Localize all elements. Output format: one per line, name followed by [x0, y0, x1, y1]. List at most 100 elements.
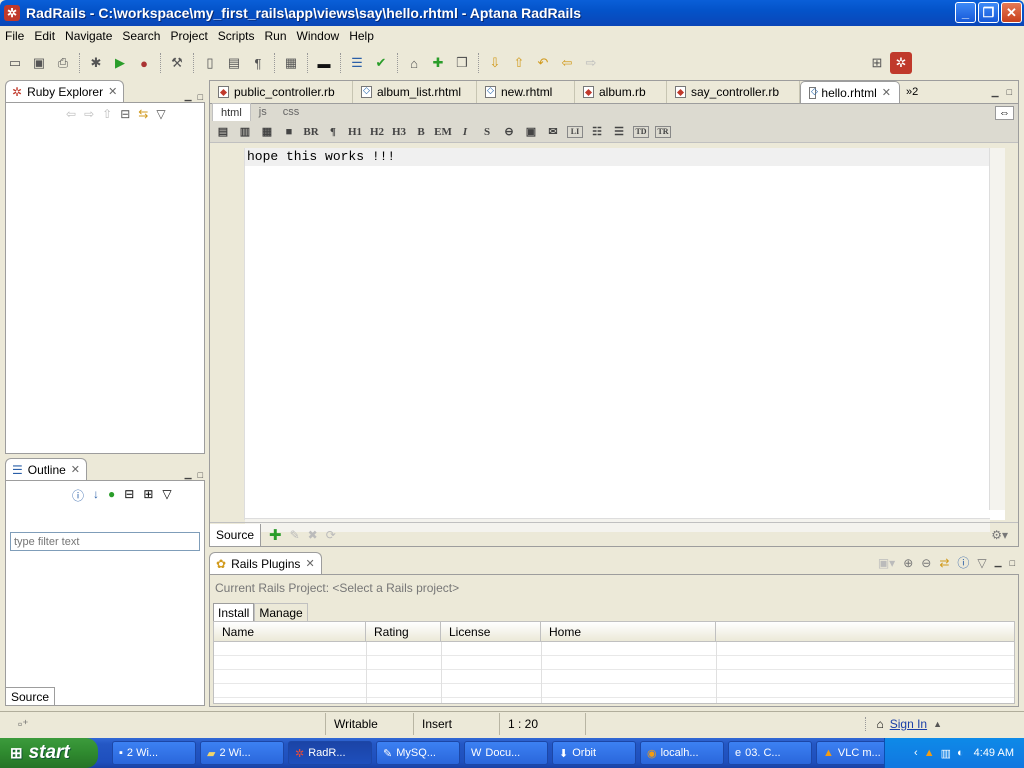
pilcrow-icon[interactable]: ¶: [247, 52, 269, 74]
forward-icon[interactable]: ⇨: [580, 52, 602, 74]
menu-edit[interactable]: Edit: [29, 29, 60, 43]
delete-icon[interactable]: ✖: [308, 528, 318, 542]
column-header-home[interactable]: Home: [541, 622, 716, 641]
tab-html[interactable]: html: [212, 103, 251, 121]
close-icon[interactable]: ✕: [882, 86, 891, 99]
start-button[interactable]: ⊞ start: [0, 738, 98, 768]
import-icon[interactable]: ▣▾: [878, 556, 895, 570]
plugin-icon[interactable]: ✚: [427, 52, 449, 74]
editor-tab-active[interactable]: hello.rhtml✕: [800, 81, 900, 103]
view-menu-icon[interactable]: ▽: [162, 487, 171, 504]
view-menu-icon[interactable]: ▽: [977, 556, 986, 570]
maximize-view-icon[interactable]: □: [198, 470, 203, 480]
maximize-editor-icon[interactable]: □: [1007, 87, 1012, 97]
taskbar-item[interactable]: ◉ localh...: [640, 741, 724, 765]
menu-run[interactable]: Run: [259, 29, 291, 43]
tab-outline[interactable]: ☰ Outline ✕: [5, 458, 88, 480]
paragraph-button[interactable]: ¶: [322, 123, 344, 141]
td-button[interactable]: TD: [633, 125, 649, 138]
help-icon[interactable]: ⓘ: [72, 487, 84, 504]
em-button[interactable]: EM: [432, 123, 454, 141]
editor-tab[interactable]: say_controller.rb: [667, 81, 800, 103]
network-icon[interactable]: ▥: [941, 747, 951, 760]
maximize-button[interactable]: ❐: [978, 2, 999, 23]
check-icon[interactable]: ✔: [370, 52, 392, 74]
menu-search[interactable]: Search: [117, 29, 165, 43]
h2-button[interactable]: H2: [366, 123, 388, 141]
form-icon[interactable]: ▥: [234, 123, 256, 141]
open-perspective-icon[interactable]: ⊞: [866, 52, 888, 74]
image-icon[interactable]: ▦: [256, 123, 278, 141]
taskbar-item[interactable]: e 03. C...: [728, 741, 812, 765]
menu-window[interactable]: Window: [292, 29, 345, 43]
edit-icon[interactable]: ✎: [290, 528, 300, 542]
minimize-editor-icon[interactable]: ▁: [992, 87, 999, 98]
filter-icon[interactable]: ●: [108, 487, 115, 504]
close-icon[interactable]: ✕: [108, 85, 117, 98]
fast-view-icon[interactable]: ▫⁺: [0, 713, 326, 735]
save-icon[interactable]: ▣: [28, 52, 50, 74]
editor-line[interactable]: hope this works !!!: [245, 148, 1005, 166]
editor-tab[interactable]: album_list.rhtml: [353, 81, 477, 103]
tab-rails-plugins[interactable]: ✿ Rails Plugins ✕: [209, 552, 322, 574]
menu-project[interactable]: Project: [165, 29, 212, 43]
taskbar-item[interactable]: ▰ 2 Wi...: [200, 741, 284, 765]
strike-button[interactable]: S: [476, 123, 498, 141]
bold-button[interactable]: B: [410, 123, 432, 141]
window-icon[interactable]: ❒: [451, 52, 473, 74]
filter-input[interactable]: [10, 532, 200, 551]
editor-tab[interactable]: album.rb: [575, 81, 667, 103]
back-icon[interactable]: ⇦: [66, 107, 76, 121]
maximize-view-icon[interactable]: □: [198, 92, 203, 102]
link-editor-icon[interactable]: ⇆: [138, 107, 148, 121]
editor-text-area[interactable]: hope this works !!!: [244, 148, 1005, 532]
taskbar-item[interactable]: ▪ 2 Wi...: [112, 741, 196, 765]
tab-js[interactable]: js: [251, 103, 275, 121]
collapse-icon[interactable]: ⊟: [124, 487, 134, 504]
next-annotation-icon[interactable]: ⇩: [484, 52, 506, 74]
close-icon[interactable]: ✕: [71, 463, 80, 476]
minimize-view-icon[interactable]: ▁: [185, 469, 192, 480]
tr-button[interactable]: TR: [655, 125, 671, 138]
console-icon[interactable]: ▬: [313, 52, 335, 74]
column-header-rating[interactable]: Rating: [366, 622, 441, 641]
tab-css[interactable]: css: [275, 103, 308, 121]
settings-icon[interactable]: ⚙▾: [991, 528, 1008, 542]
expand-icon[interactable]: ⊞: [143, 487, 153, 504]
tab-overflow[interactable]: »2: [900, 81, 924, 103]
view-menu-icon[interactable]: ▽: [156, 107, 165, 121]
br-button[interactable]: BR: [300, 123, 322, 141]
prev-annotation-icon[interactable]: ⇧: [508, 52, 530, 74]
debug-icon[interactable]: ✱: [85, 52, 107, 74]
taskbar-item[interactable]: ⬇ Orbit: [552, 741, 636, 765]
italic-button[interactable]: I: [454, 123, 476, 141]
vlc-tray-icon[interactable]: ▲: [924, 747, 935, 759]
back-icon[interactable]: ⇦: [556, 52, 578, 74]
ordered-list-icon[interactable]: ☷: [586, 123, 608, 141]
editor-tab[interactable]: public_controller.rb: [210, 81, 353, 103]
mail-icon[interactable]: ✉: [542, 123, 564, 141]
remove-icon[interactable]: ⊖: [921, 556, 931, 570]
tab-manage[interactable]: Manage: [254, 603, 308, 621]
editor-source-tab[interactable]: Source: [210, 523, 262, 546]
box-icon[interactable]: ■: [278, 123, 300, 141]
link-icon[interactable]: ⊖: [498, 123, 520, 141]
refresh-icon[interactable]: ⇄: [939, 556, 949, 570]
taskbar-item-active[interactable]: ✲ RadR...: [288, 741, 372, 765]
minimize-button[interactable]: _: [955, 2, 976, 23]
table-icon[interactable]: ▤: [212, 123, 234, 141]
radrails-perspective-icon[interactable]: ✲: [890, 52, 912, 74]
sort-icon[interactable]: ↓: [93, 487, 99, 504]
external-tools-icon[interactable]: ●: [133, 52, 155, 74]
h3-button[interactable]: H3: [388, 123, 410, 141]
print-icon[interactable]: ⎙: [52, 52, 74, 74]
server-icon[interactable]: ⌂: [403, 52, 425, 74]
toggle-split-icon[interactable]: ⇔: [995, 106, 1014, 120]
close-icon[interactable]: ✕: [305, 557, 314, 570]
column-header-license[interactable]: License: [441, 622, 541, 641]
close-button[interactable]: ✕: [1001, 2, 1022, 23]
add-icon[interactable]: ✚: [269, 526, 282, 544]
doc-icon[interactable]: ▯: [199, 52, 221, 74]
menu-scripts[interactable]: Scripts: [213, 29, 260, 43]
li-button[interactable]: LI: [567, 125, 583, 138]
